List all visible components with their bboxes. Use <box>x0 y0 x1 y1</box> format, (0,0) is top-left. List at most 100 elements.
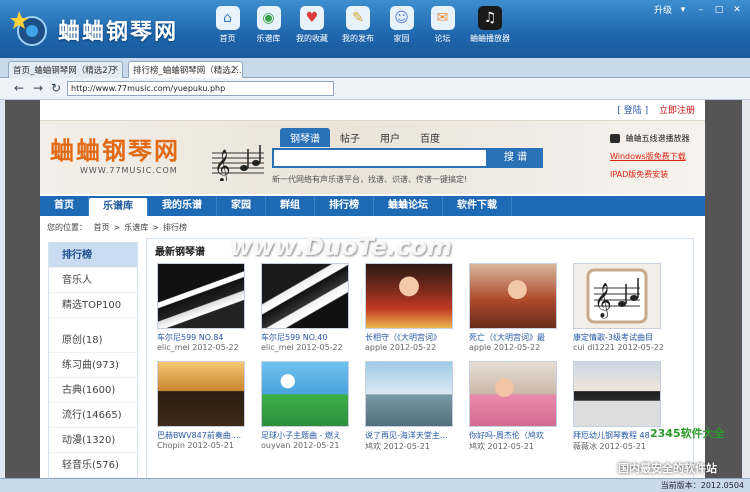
nav-item-2[interactable]: 我的乐谱 <box>148 196 217 216</box>
app-title: 蛐蛐钢琴网 <box>58 20 179 45</box>
score-card[interactable]: 长相守（《大明宫词》 apple 2012-05-22 <box>365 263 461 352</box>
search-tab-3[interactable]: 百度 <box>410 128 450 147</box>
version-text: 当前版本：2012.0504 <box>660 481 744 490</box>
page-scrollbar[interactable] <box>742 100 750 492</box>
breadcrumb-item[interactable]: 乐谱库 <box>124 223 148 232</box>
tab-ranking[interactable]: 排行榜_蛐蛐钢琴网（精选2... × <box>128 61 243 79</box>
score-thumbnail[interactable] <box>365 263 453 329</box>
player-link[interactable]: 蛐蛐五线谱播放器 <box>610 133 705 144</box>
score-thumbnail[interactable] <box>365 361 453 427</box>
nav-item-3[interactable]: 家园 <box>217 196 266 216</box>
score-title[interactable]: 足球小子主题曲 - 燃え <box>261 430 361 441</box>
site-logo-text[interactable]: 蛐蛐钢琴网 <box>50 131 180 166</box>
score-card[interactable]: 足球小子主题曲 - 燃え ouyvan 2012-05-21 <box>261 361 357 452</box>
score-card[interactable]: 拜厄幼儿钢琴教程 48 薇薇冰 2012-05-21 <box>573 361 669 452</box>
address-bar: ← → ↻ http://www.77music.com/yuepuku.php <box>0 78 750 100</box>
score-thumbnail[interactable] <box>573 361 661 427</box>
login-row: [ 登陆 ] 立即注册 <box>609 103 695 116</box>
score-thumbnail[interactable] <box>469 263 557 329</box>
ipad-install-link[interactable]: IPAD版免费安装 <box>610 169 705 180</box>
sidebar-item-2[interactable]: 精选TOP100 <box>49 293 137 318</box>
menu-icon[interactable]: ▾ <box>676 4 690 16</box>
toolbar-button-0[interactable]: ⌂ 首页 <box>208 4 247 44</box>
toolbar-button-4[interactable]: ☺ 家园 <box>382 4 421 44</box>
nav-item-5[interactable]: 排行榜 <box>315 196 374 216</box>
toolbar-button-6[interactable]: ♫ 蛐蛐播放器 <box>464 4 516 44</box>
url-input[interactable]: http://www.77music.com/yuepuku.php <box>67 81 334 96</box>
maximize-icon[interactable]: □ <box>712 4 726 16</box>
sidebar: 排行榜 音乐人 精选TOP100 原创(18) 练习曲(973) 古典(1600) 流行(1… <box>48 242 138 492</box>
sidebar-item-1[interactable]: 音乐人 <box>49 268 137 293</box>
sidebar-item-0[interactable]: 排行榜 <box>49 243 137 268</box>
toolbar-button-1[interactable]: ◉ 乐谱库 <box>249 4 288 44</box>
nav-item-0[interactable]: 首页 <box>40 196 89 216</box>
nav-item-4[interactable]: 群组 <box>266 196 315 216</box>
score-card[interactable]: 巴赫BWV847前奏曲 ... Chopin 2012-05-21 <box>157 361 253 452</box>
slogan-text: 新一代网络有声乐谱平台，找谱、识谱、传谱一键搞定! <box>272 175 468 184</box>
score-title[interactable]: 车尔尼599 NO.40 <box>261 332 361 343</box>
score-grid: 车尔尼599 NO.84 elic_mei 2012-05-22 车尔尼599 NO… <box>157 263 677 452</box>
toolbar-button-label: 家园 <box>393 34 410 43</box>
upgrade-link[interactable]: 升级 <box>654 3 672 16</box>
close-icon[interactable]: ✕ <box>730 4 744 16</box>
sidebar-item-5[interactable]: 古典(1600) <box>49 378 137 403</box>
score-thumbnail[interactable] <box>157 361 245 427</box>
main-nav: 首页 乐谱库 我的乐谱 家园 群组 排行榜 蛐蛐论坛 软件下载 <box>40 196 705 216</box>
minimize-icon[interactable]: – <box>694 4 708 16</box>
search-input[interactable] <box>272 148 488 168</box>
score-meta: 鸠欢 2012-05-21 <box>469 442 535 451</box>
refresh-icon[interactable]: ↻ <box>49 81 63 95</box>
score-meta: cui dl1221 2012-05-22 <box>573 343 664 352</box>
windows-download-link[interactable]: Windows版免费下载 <box>610 151 705 162</box>
score-card[interactable]: 𝄞 康定情歌-3级考试曲目 cui dl1221 2012-05-22 <box>573 263 669 352</box>
sidebar-item-4[interactable]: 练习曲(973) <box>49 353 137 378</box>
sidebar-item-6[interactable]: 流行(14665) <box>49 403 137 428</box>
score-title[interactable]: 死亡（《大明宫词》最 <box>469 332 569 343</box>
tab-close-icon[interactable]: × <box>231 64 239 74</box>
tab-close-icon[interactable]: × <box>111 64 119 74</box>
svg-text:𝄞: 𝄞 <box>214 149 231 181</box>
score-card[interactable]: 说了再见-海洋天堂主... 鸠欢 2012-05-21 <box>365 361 461 452</box>
sidebar-item-7[interactable]: 动漫(1320) <box>49 428 137 453</box>
score-thumbnail[interactable] <box>261 263 349 329</box>
score-meta: apple 2012-05-22 <box>469 343 541 352</box>
app-nav-buttons: ⌂ 首页 ◉ 乐谱库 ♥ 我的收藏 ✎ 我的发布 ☺ 家园 ✉ 论坛 ♫ 蛐蛐播放器 <box>208 4 518 44</box>
score-title[interactable]: 你好吗-周杰伦（鸠欢 <box>469 430 569 441</box>
search-tab-2[interactable]: 用户 <box>370 128 410 147</box>
tab-home[interactable]: 首页_蛐蛐钢琴网（精选2万 × <box>8 61 123 78</box>
score-title[interactable]: 巴赫BWV847前奏曲 ... <box>157 430 257 441</box>
nav-item-6[interactable]: 蛐蛐论坛 <box>374 196 443 216</box>
nav-item-7[interactable]: 软件下载 <box>443 196 512 216</box>
tab-label: 首页_蛐蛐钢琴网（精选2万 <box>13 66 117 76</box>
toolbar-button-2[interactable]: ♥ 我的收藏 <box>290 4 334 44</box>
login-link[interactable]: [ 登陆 ] <box>617 106 648 116</box>
globe-icon: ◉ <box>256 6 281 30</box>
score-title[interactable]: 说了再见-海洋天堂主... <box>365 430 465 441</box>
search-tab-1[interactable]: 帖子 <box>330 128 370 147</box>
toolbar-button-3[interactable]: ✎ 我的发布 <box>336 4 380 44</box>
forward-arrow-icon[interactable]: → <box>31 81 45 95</box>
sidebar-item-3[interactable]: 原创(18) <box>49 328 137 353</box>
search-tab-0[interactable]: 钢琴谱 <box>280 128 330 147</box>
back-arrow-icon[interactable]: ← <box>12 81 26 95</box>
score-card[interactable]: 死亡（《大明宫词》最 apple 2012-05-22 <box>469 263 565 352</box>
breadcrumb-item[interactable]: 排行榜 <box>163 223 187 232</box>
score-title[interactable]: 长相守（《大明宫词》 <box>365 332 465 343</box>
breadcrumb-item[interactable]: 首页 <box>94 223 110 232</box>
score-title[interactable]: 拜厄幼儿钢琴教程 48 <box>573 430 673 441</box>
toolbar-button-5[interactable]: ✉ 论坛 <box>423 4 462 44</box>
score-thumbnail[interactable] <box>157 263 245 329</box>
score-card[interactable]: 车尔尼599 NO.84 elic_mei 2012-05-22 <box>157 263 253 352</box>
register-link[interactable]: 立即注册 <box>659 106 695 116</box>
score-thumbnail[interactable]: 𝄞 <box>573 263 661 329</box>
score-title[interactable]: 车尔尼599 NO.84 <box>157 332 257 343</box>
score-card[interactable]: 车尔尼599 NO.40 elic_mei 2012-05-22 <box>261 263 357 352</box>
search-button[interactable]: 搜 谱 <box>488 148 543 168</box>
score-title[interactable]: 康定情歌-3级考试曲目 <box>573 332 673 343</box>
score-thumbnail[interactable] <box>469 361 557 427</box>
sidebar-item-8[interactable]: 轻音乐(576) <box>49 453 137 478</box>
score-card[interactable]: 你好吗-周杰伦（鸠欢 鸠欢 2012-05-21 <box>469 361 565 452</box>
score-thumbnail[interactable] <box>261 361 349 427</box>
nav-item-1[interactable]: 乐谱库 <box>89 198 148 216</box>
breadcrumb-separator: > <box>152 223 159 232</box>
